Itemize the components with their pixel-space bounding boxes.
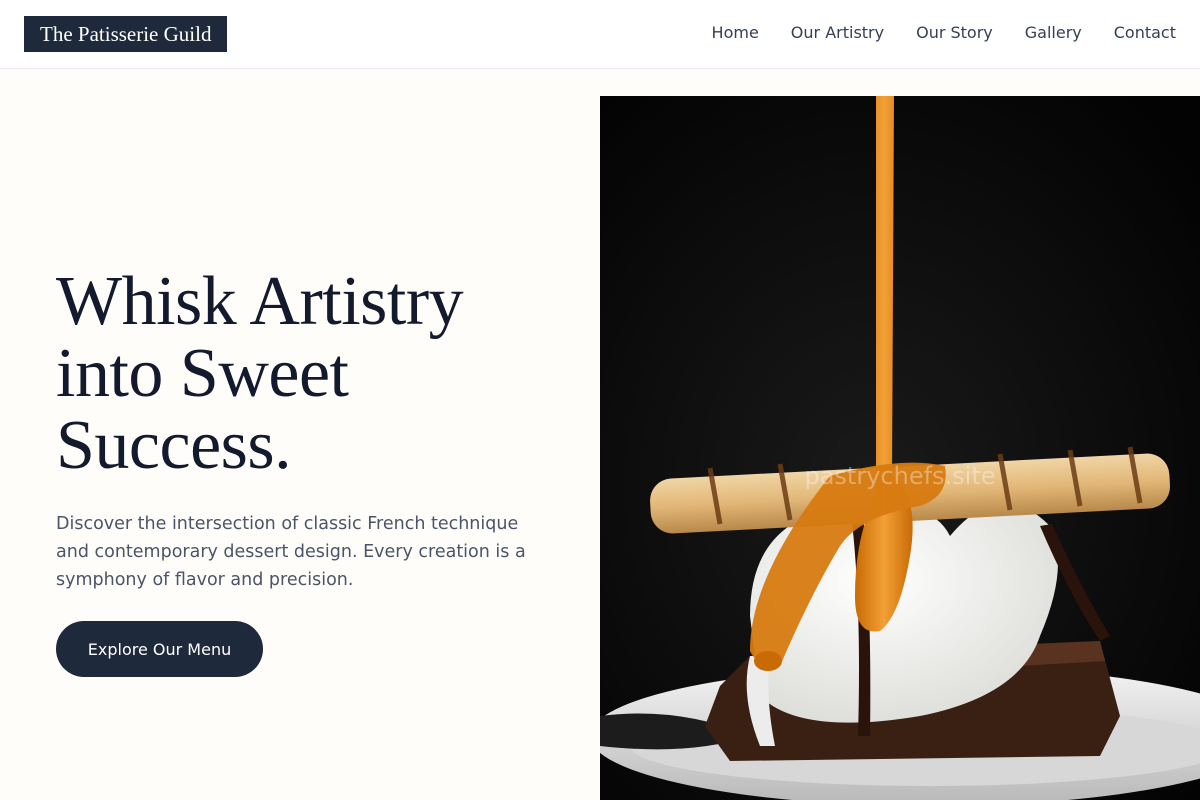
- nav-link-our-story[interactable]: Our Story: [916, 23, 993, 42]
- nav-link-our-artistry[interactable]: Our Artistry: [791, 23, 884, 42]
- hero-title-line-2: into Sweet: [56, 335, 349, 412]
- nav-link-home[interactable]: Home: [712, 23, 759, 42]
- nav-link-contact[interactable]: Contact: [1114, 23, 1176, 42]
- site-logo[interactable]: The Patisserie Guild: [24, 16, 228, 52]
- hero-title-line-3: Success.: [56, 407, 292, 484]
- caramel-drop: [754, 651, 782, 671]
- hero-title-line-1: Whisk Artistry: [56, 263, 464, 340]
- hero-title: Whisk Artistry into Sweet Success.: [56, 266, 576, 482]
- nav-link-gallery[interactable]: Gallery: [1025, 23, 1082, 42]
- site-header: The Patisserie Guild Home Our Artistry O…: [0, 0, 1200, 69]
- explore-menu-button[interactable]: Explore Our Menu: [56, 621, 263, 677]
- hero-dessert-image: pastrychefs.site: [600, 96, 1200, 800]
- dessert-illustration: pastrychefs.site: [600, 96, 1200, 800]
- image-watermark: pastrychefs.site: [804, 462, 995, 490]
- hero-text: Whisk Artistry into Sweet Success. Disco…: [56, 266, 576, 594]
- hero-description: Discover the intersection of classic Fre…: [56, 514, 526, 590]
- main-nav: Home Our Artistry Our Story Gallery Cont…: [712, 0, 1176, 65]
